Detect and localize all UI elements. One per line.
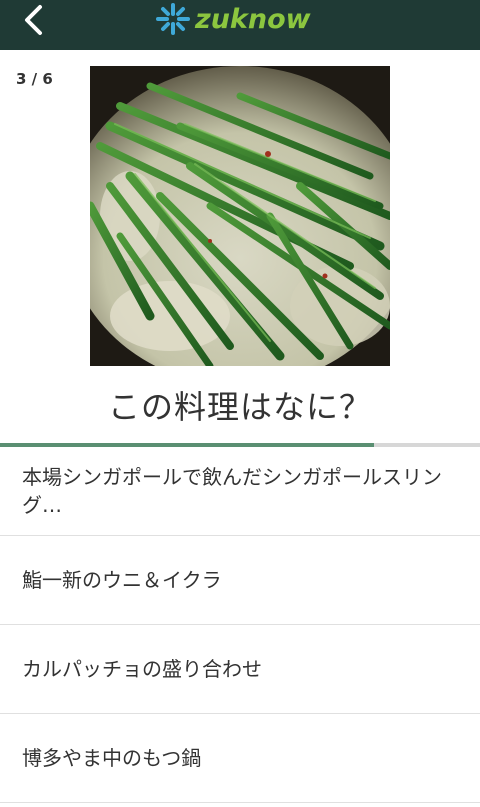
answer-option-label: 鮨一新のウニ＆イクラ (22, 568, 222, 592)
answer-option[interactable]: 博多やま中のもつ鍋 (0, 714, 480, 803)
answer-options: 本場シンガポールで飲んだシンガポールスリング… 鮨一新のウニ＆イクラ カルパッチ… (0, 447, 480, 803)
question-text: この料理はなに？ (107, 388, 372, 426)
question-counter: 3 / 6 (16, 70, 53, 88)
answer-option[interactable]: 鮨一新のウニ＆イクラ (0, 536, 480, 625)
asterisk-star-icon (156, 3, 190, 35)
answer-option[interactable]: 本場シンガポールで飲んだシンガポールスリング… (0, 447, 480, 536)
chevron-left-icon (25, 5, 42, 35)
food-photo-illustration (90, 66, 390, 366)
answer-option-label: 博多やま中のもつ鍋 (22, 746, 202, 770)
answer-option-label: 本場シンガポールで飲んだシンガポールスリング… (22, 465, 442, 517)
answer-option-label: カルパッチョの盛り合わせ (22, 657, 262, 681)
logo-text: zuknow (195, 3, 311, 35)
zuknow-logo: zuknow (155, 2, 330, 36)
back-button[interactable] (18, 4, 52, 38)
app-header: zuknow (0, 0, 480, 50)
answer-option[interactable]: カルパッチョの盛り合わせ (0, 625, 480, 714)
question-photo (90, 66, 390, 366)
